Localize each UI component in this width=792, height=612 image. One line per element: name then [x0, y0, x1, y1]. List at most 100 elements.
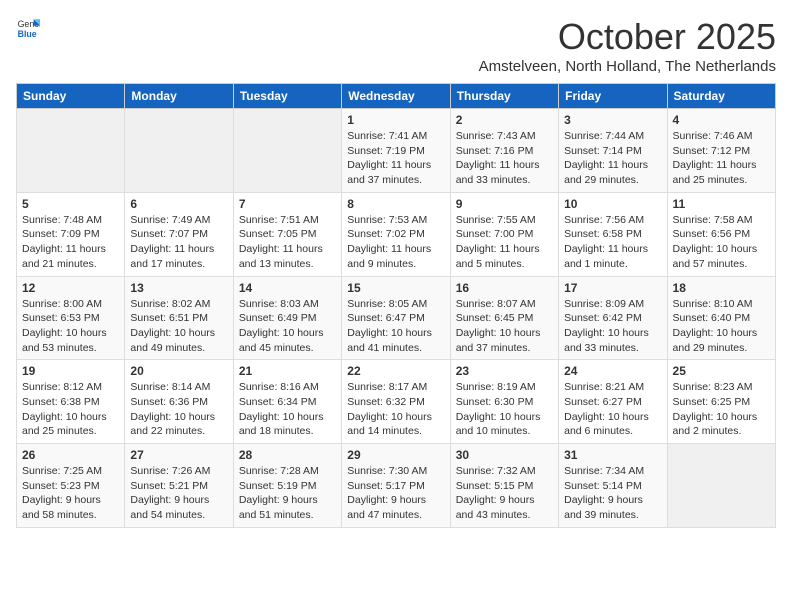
- calendar-week-3: 12Sunrise: 8:00 AM Sunset: 6:53 PM Dayli…: [17, 276, 776, 360]
- calendar-week-1: 1 Sunrise: 7:41 AM Sunset: 7:19 PM Daylig…: [17, 109, 776, 193]
- weekday-header-monday: Monday: [125, 84, 233, 109]
- day-number: 16: [456, 281, 553, 295]
- calendar-cell: 30Sunrise: 7:32 AM Sunset: 5:15 PM Dayli…: [450, 444, 558, 528]
- calendar-cell: 12Sunrise: 8:00 AM Sunset: 6:53 PM Dayli…: [17, 276, 125, 360]
- calendar-cell: 13 Sunrise: 8:02 AM Sunset: 6:51 PM Dayli…: [125, 276, 233, 360]
- day-number: 4: [673, 113, 770, 127]
- day-number: 17: [564, 281, 661, 295]
- calendar-cell: 25 Sunrise: 8:23 AM Sunset: 6:25 PM Dayli…: [667, 360, 775, 444]
- day-info: Sunrise: 7:43 AM Sunset: 7:16 PM Dayligh…: [456, 129, 553, 188]
- month-title: October 2025: [479, 16, 776, 58]
- day-number: 8: [347, 197, 444, 211]
- calendar-cell: [233, 109, 341, 193]
- weekday-header-tuesday: Tuesday: [233, 84, 341, 109]
- day-info: Sunrise: 7:34 AM Sunset: 5:14 PM Dayligh…: [564, 464, 661, 523]
- day-info: Sunrise: 8:19 AM Sunset: 6:30 PM Dayligh…: [456, 380, 553, 439]
- day-info: Sunrise: 8:23 AM Sunset: 6:25 PM Dayligh…: [673, 380, 770, 439]
- page-header: General Blue October 2025 Amstelveen, No…: [16, 16, 776, 75]
- calendar-cell: 26 Sunrise: 7:25 AM Sunset: 5:23 PM Dayli…: [17, 444, 125, 528]
- day-info: Sunrise: 7:55 AM Sunset: 7:00 PM Dayligh…: [456, 213, 553, 272]
- calendar-cell: 9Sunrise: 7:55 AM Sunset: 7:00 PM Daylig…: [450, 192, 558, 276]
- calendar-cell: [17, 109, 125, 193]
- day-number: 5: [22, 197, 119, 211]
- calendar-week-2: 5 Sunrise: 7:48 AM Sunset: 7:09 PM Daylig…: [17, 192, 776, 276]
- calendar-table: SundayMondayTuesdayWednesdayThursdayFrid…: [16, 83, 776, 528]
- calendar-week-4: 19 Sunrise: 8:12 AM Sunset: 6:38 PM Dayli…: [17, 360, 776, 444]
- day-number: 2: [456, 113, 553, 127]
- day-number: 31: [564, 448, 661, 462]
- day-info: Sunrise: 8:17 AM Sunset: 6:32 PM Dayligh…: [347, 380, 444, 439]
- day-number: 29: [347, 448, 444, 462]
- day-number: 3: [564, 113, 661, 127]
- calendar-cell: 20 Sunrise: 8:14 AM Sunset: 6:36 PM Dayli…: [125, 360, 233, 444]
- location-title: Amstelveen, North Holland, The Netherlan…: [479, 58, 776, 75]
- day-number: 24: [564, 364, 661, 378]
- day-number: 22: [347, 364, 444, 378]
- day-info: Sunrise: 7:48 AM Sunset: 7:09 PM Dayligh…: [22, 213, 119, 272]
- day-number: 26: [22, 448, 119, 462]
- day-info: Sunrise: 8:00 AM Sunset: 6:53 PM Dayligh…: [22, 297, 119, 356]
- calendar-cell: [667, 444, 775, 528]
- day-number: 20: [130, 364, 227, 378]
- day-info: Sunrise: 7:28 AM Sunset: 5:19 PM Dayligh…: [239, 464, 336, 523]
- title-block: October 2025 Amstelveen, North Holland, …: [479, 16, 776, 75]
- day-number: 28: [239, 448, 336, 462]
- day-number: 1: [347, 113, 444, 127]
- day-info: Sunrise: 7:25 AM Sunset: 5:23 PM Dayligh…: [22, 464, 119, 523]
- day-number: 21: [239, 364, 336, 378]
- day-info: Sunrise: 8:02 AM Sunset: 6:51 PM Dayligh…: [130, 297, 227, 356]
- day-info: Sunrise: 8:05 AM Sunset: 6:47 PM Dayligh…: [347, 297, 444, 356]
- calendar-cell: [125, 109, 233, 193]
- day-info: Sunrise: 8:09 AM Sunset: 6:42 PM Dayligh…: [564, 297, 661, 356]
- day-info: Sunrise: 8:14 AM Sunset: 6:36 PM Dayligh…: [130, 380, 227, 439]
- day-number: 19: [22, 364, 119, 378]
- calendar-cell: 19 Sunrise: 8:12 AM Sunset: 6:38 PM Dayli…: [17, 360, 125, 444]
- day-number: 11: [673, 197, 770, 211]
- calendar-cell: 5 Sunrise: 7:48 AM Sunset: 7:09 PM Daylig…: [17, 192, 125, 276]
- calendar-cell: 11 Sunrise: 7:58 AM Sunset: 6:56 PM Dayli…: [667, 192, 775, 276]
- day-info: Sunrise: 8:16 AM Sunset: 6:34 PM Dayligh…: [239, 380, 336, 439]
- calendar-cell: 31 Sunrise: 7:34 AM Sunset: 5:14 PM Dayli…: [559, 444, 667, 528]
- day-number: 15: [347, 281, 444, 295]
- calendar-cell: 28 Sunrise: 7:28 AM Sunset: 5:19 PM Dayli…: [233, 444, 341, 528]
- calendar-cell: 15 Sunrise: 8:05 AM Sunset: 6:47 PM Dayli…: [342, 276, 450, 360]
- calendar-cell: 8 Sunrise: 7:53 AM Sunset: 7:02 PM Daylig…: [342, 192, 450, 276]
- calendar-cell: 18Sunrise: 8:10 AM Sunset: 6:40 PM Dayli…: [667, 276, 775, 360]
- day-number: 7: [239, 197, 336, 211]
- calendar-cell: 22 Sunrise: 8:17 AM Sunset: 6:32 PM Dayli…: [342, 360, 450, 444]
- calendar-cell: 23Sunrise: 8:19 AM Sunset: 6:30 PM Dayli…: [450, 360, 558, 444]
- day-info: Sunrise: 7:53 AM Sunset: 7:02 PM Dayligh…: [347, 213, 444, 272]
- day-info: Sunrise: 7:30 AM Sunset: 5:17 PM Dayligh…: [347, 464, 444, 523]
- calendar-cell: 14Sunrise: 8:03 AM Sunset: 6:49 PM Dayli…: [233, 276, 341, 360]
- day-number: 25: [673, 364, 770, 378]
- day-number: 14: [239, 281, 336, 295]
- calendar-cell: 4Sunrise: 7:46 AM Sunset: 7:12 PM Daylig…: [667, 109, 775, 193]
- weekday-header-saturday: Saturday: [667, 84, 775, 109]
- day-info: Sunrise: 7:32 AM Sunset: 5:15 PM Dayligh…: [456, 464, 553, 523]
- day-info: Sunrise: 7:26 AM Sunset: 5:21 PM Dayligh…: [130, 464, 227, 523]
- calendar-cell: 21 Sunrise: 8:16 AM Sunset: 6:34 PM Dayli…: [233, 360, 341, 444]
- calendar-cell: 16 Sunrise: 8:07 AM Sunset: 6:45 PM Dayli…: [450, 276, 558, 360]
- logo-icon: General Blue: [16, 16, 40, 40]
- day-info: Sunrise: 8:21 AM Sunset: 6:27 PM Dayligh…: [564, 380, 661, 439]
- weekday-header-thursday: Thursday: [450, 84, 558, 109]
- day-info: Sunrise: 7:58 AM Sunset: 6:56 PM Dayligh…: [673, 213, 770, 272]
- day-number: 13: [130, 281, 227, 295]
- day-number: 10: [564, 197, 661, 211]
- calendar-cell: 27Sunrise: 7:26 AM Sunset: 5:21 PM Dayli…: [125, 444, 233, 528]
- day-info: Sunrise: 8:10 AM Sunset: 6:40 PM Dayligh…: [673, 297, 770, 356]
- day-info: Sunrise: 7:41 AM Sunset: 7:19 PM Dayligh…: [347, 129, 444, 188]
- day-info: Sunrise: 7:49 AM Sunset: 7:07 PM Dayligh…: [130, 213, 227, 272]
- weekday-header-friday: Friday: [559, 84, 667, 109]
- day-info: Sunrise: 7:56 AM Sunset: 6:58 PM Dayligh…: [564, 213, 661, 272]
- day-info: Sunrise: 7:44 AM Sunset: 7:14 PM Dayligh…: [564, 129, 661, 188]
- logo: General Blue: [16, 16, 40, 40]
- day-info: Sunrise: 8:12 AM Sunset: 6:38 PM Dayligh…: [22, 380, 119, 439]
- calendar-cell: 2 Sunrise: 7:43 AM Sunset: 7:16 PM Daylig…: [450, 109, 558, 193]
- day-info: Sunrise: 8:07 AM Sunset: 6:45 PM Dayligh…: [456, 297, 553, 356]
- svg-text:Blue: Blue: [18, 29, 37, 39]
- calendar-cell: 3 Sunrise: 7:44 AM Sunset: 7:14 PM Daylig…: [559, 109, 667, 193]
- calendar-cell: 10 Sunrise: 7:56 AM Sunset: 6:58 PM Dayli…: [559, 192, 667, 276]
- day-info: Sunrise: 7:51 AM Sunset: 7:05 PM Dayligh…: [239, 213, 336, 272]
- calendar-cell: 1 Sunrise: 7:41 AM Sunset: 7:19 PM Daylig…: [342, 109, 450, 193]
